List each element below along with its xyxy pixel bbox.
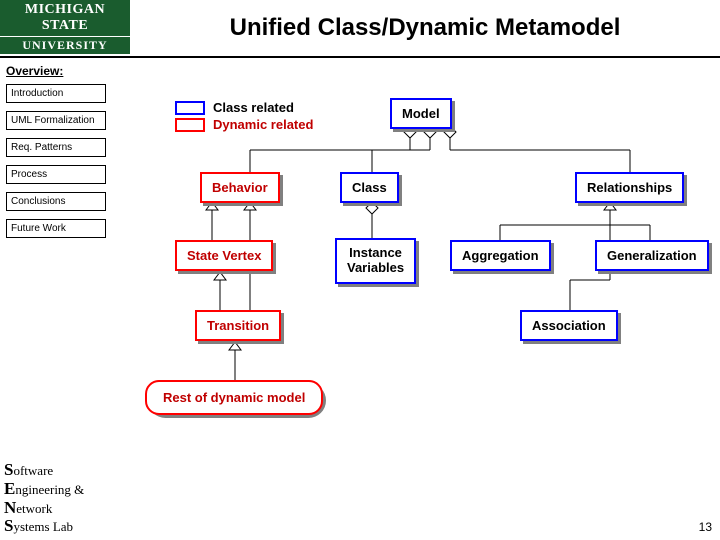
legend-class-label: Class related xyxy=(213,100,294,115)
node-state-vertex: State Vertex xyxy=(175,240,273,271)
legend-class-swatch xyxy=(175,101,205,115)
legend-dynamic-label: Dynamic related xyxy=(213,117,313,132)
node-class: Class xyxy=(340,172,399,203)
node-association: Association xyxy=(520,310,618,341)
legend: Class related Dynamic related xyxy=(175,100,313,134)
connectors xyxy=(120,80,720,500)
logo-bottom: UNIVERSITY xyxy=(0,36,130,54)
node-association-label: Association xyxy=(520,310,618,341)
node-generalization-label: Generalization xyxy=(595,240,709,271)
node-instance-variables-label: Instance Variables xyxy=(335,238,416,284)
node-behavior-label: Behavior xyxy=(200,172,280,203)
overview-label: Overview: xyxy=(6,64,720,78)
nav-conclusions[interactable]: Conclusions xyxy=(6,192,106,211)
sidebar-nav: Introduction UML Formalization Req. Patt… xyxy=(6,84,106,246)
node-aggregation-label: Aggregation xyxy=(450,240,551,271)
legend-dynamic-row: Dynamic related xyxy=(175,117,313,132)
legend-dynamic-swatch xyxy=(175,118,205,132)
diagram-canvas: Class related Dynamic related xyxy=(120,80,720,500)
logo-top: MICHIGAN STATE xyxy=(0,0,130,36)
nav-future-work[interactable]: Future Work xyxy=(6,219,106,238)
node-behavior: Behavior xyxy=(200,172,280,203)
node-generalization: Generalization xyxy=(595,240,709,271)
nav-uml-formalization[interactable]: UML Formalization xyxy=(6,111,106,130)
node-relationships-label: Relationships xyxy=(575,172,684,203)
header: MICHIGAN STATE UNIVERSITY Unified Class/… xyxy=(0,0,720,58)
node-relationships: Relationships xyxy=(575,172,684,203)
nav-introduction[interactable]: Introduction xyxy=(6,84,106,103)
nav-req-patterns[interactable]: Req. Patterns xyxy=(6,138,106,157)
node-class-label: Class xyxy=(340,172,399,203)
node-instance-variables: Instance Variables xyxy=(335,238,416,284)
node-model: Model xyxy=(390,98,452,129)
legend-class-row: Class related xyxy=(175,100,313,115)
node-aggregation: Aggregation xyxy=(450,240,551,271)
node-rest-dynamic: Rest of dynamic model xyxy=(145,380,323,415)
slide-title: Unified Class/Dynamic Metamodel xyxy=(130,14,720,42)
node-rest-dynamic-label: Rest of dynamic model xyxy=(145,380,323,415)
nav-process[interactable]: Process xyxy=(6,165,106,184)
footer-lab-name: Software Engineering & Network Systems L… xyxy=(4,461,84,536)
node-state-vertex-label: State Vertex xyxy=(175,240,273,271)
node-transition-label: Transition xyxy=(195,310,281,341)
node-model-label: Model xyxy=(390,98,452,129)
node-transition: Transition xyxy=(195,310,281,341)
university-logo: MICHIGAN STATE UNIVERSITY xyxy=(0,0,130,56)
page-number: 13 xyxy=(699,520,712,534)
